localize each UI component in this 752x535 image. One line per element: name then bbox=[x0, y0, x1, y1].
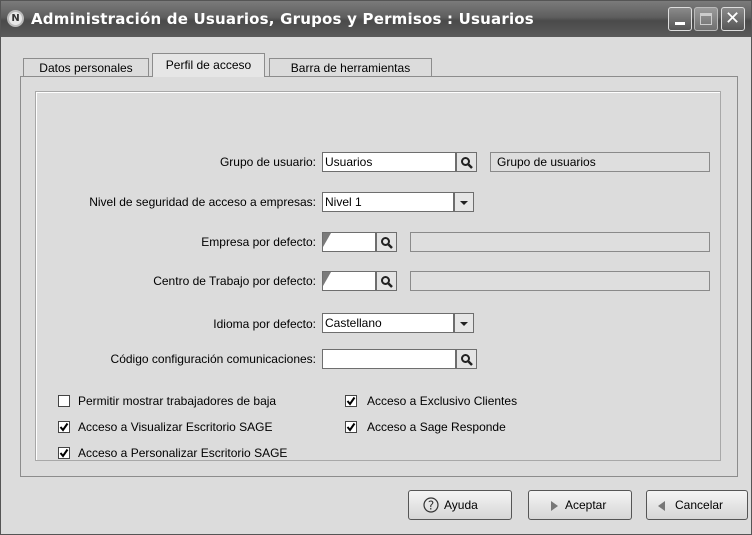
main-window: N Administración de Usuarios, Grupos y P… bbox=[0, 0, 752, 535]
tab-datos-personales[interactable]: Datos personales bbox=[23, 58, 149, 76]
grupo-search-button[interactable] bbox=[456, 152, 477, 172]
required-marker-icon bbox=[323, 272, 331, 286]
app-logo-icon: N bbox=[7, 10, 24, 27]
empresa-label: Empresa por defecto: bbox=[201, 235, 316, 249]
help-icon: ? bbox=[423, 497, 439, 513]
accept-label: Aceptar bbox=[565, 498, 607, 512]
idioma-label: Idioma por defecto: bbox=[213, 317, 316, 331]
cancel-label: Cancelar bbox=[675, 498, 724, 512]
svg-text:?: ? bbox=[428, 499, 434, 513]
codigo-input[interactable] bbox=[322, 349, 456, 369]
empresa-description bbox=[410, 232, 710, 252]
minimize-icon bbox=[675, 22, 685, 25]
tab-perfil-de-acceso[interactable]: Perfil de acceso bbox=[152, 53, 265, 77]
checkbox-personalizar-escritorio[interactable] bbox=[58, 447, 70, 459]
search-icon bbox=[461, 157, 473, 169]
cancel-button[interactable]: Cancelar bbox=[646, 490, 748, 520]
search-icon bbox=[381, 276, 393, 288]
checkbox-permitir-trabajadores-baja[interactable] bbox=[58, 395, 70, 407]
check-icon bbox=[59, 422, 69, 432]
search-icon bbox=[461, 354, 473, 366]
nivel-label: Nivel de seguridad de acceso a empresas: bbox=[89, 195, 316, 209]
triangle-right-icon bbox=[551, 501, 558, 511]
search-icon bbox=[381, 237, 393, 249]
codigo-search-button[interactable] bbox=[456, 349, 477, 369]
accept-button[interactable]: Aceptar bbox=[528, 490, 632, 520]
checkbox-label: Acceso a Personalizar Escritorio SAGE bbox=[78, 446, 288, 460]
centro-label: Centro de Trabajo por defecto: bbox=[153, 274, 316, 288]
required-marker-icon bbox=[323, 233, 331, 247]
idioma-select[interactable]: Castellano bbox=[322, 313, 454, 333]
minimize-button[interactable] bbox=[668, 7, 692, 31]
maximize-button[interactable] bbox=[694, 7, 718, 31]
triangle-left-icon bbox=[658, 501, 665, 511]
idioma-dropdown-button[interactable] bbox=[454, 313, 474, 333]
grupo-description: Grupo de usuarios bbox=[490, 152, 710, 172]
checkbox-label: Acceso a Sage Responde bbox=[367, 420, 506, 434]
grupo-input[interactable]: Usuarios bbox=[322, 152, 456, 172]
checkbox-label: Acceso a Exclusivo Clientes bbox=[367, 394, 518, 408]
nivel-select[interactable]: Nivel 1 bbox=[322, 192, 454, 212]
centro-search-button[interactable] bbox=[376, 271, 397, 291]
checkbox-label: Permitir mostrar trabajadores de baja bbox=[78, 394, 277, 408]
checkbox-label: Acceso a Visualizar Escritorio SAGE bbox=[78, 420, 273, 434]
help-button[interactable]: ? Ayuda bbox=[408, 490, 512, 520]
checkbox-sage-responde[interactable] bbox=[345, 421, 357, 433]
close-button[interactable]: ✕ bbox=[721, 7, 745, 31]
check-icon bbox=[346, 422, 356, 432]
tab-barra-de-herramientas[interactable]: Barra de herramientas bbox=[269, 58, 432, 76]
empresa-code-input[interactable] bbox=[322, 232, 376, 252]
check-icon bbox=[59, 448, 69, 458]
chevron-down-icon bbox=[460, 201, 468, 205]
codigo-label: Código configuración comunicaciones: bbox=[110, 352, 316, 366]
title-bar[interactable]: N Administración de Usuarios, Grupos y P… bbox=[1, 1, 751, 37]
maximize-icon bbox=[700, 13, 712, 25]
grupo-label: Grupo de usuario: bbox=[219, 155, 316, 169]
check-icon bbox=[346, 396, 356, 406]
nivel-dropdown-button[interactable] bbox=[454, 192, 474, 212]
empresa-search-button[interactable] bbox=[376, 232, 397, 252]
chevron-down-icon bbox=[460, 322, 468, 326]
checkbox-visualizar-escritorio[interactable] bbox=[58, 421, 70, 433]
checkbox-exclusivo-clientes[interactable] bbox=[345, 395, 357, 407]
centro-description bbox=[410, 271, 710, 291]
help-label: Ayuda bbox=[444, 498, 478, 512]
window-title: Administración de Usuarios, Grupos y Per… bbox=[31, 10, 534, 28]
centro-code-input[interactable] bbox=[322, 271, 376, 291]
close-icon: ✕ bbox=[725, 8, 741, 29]
